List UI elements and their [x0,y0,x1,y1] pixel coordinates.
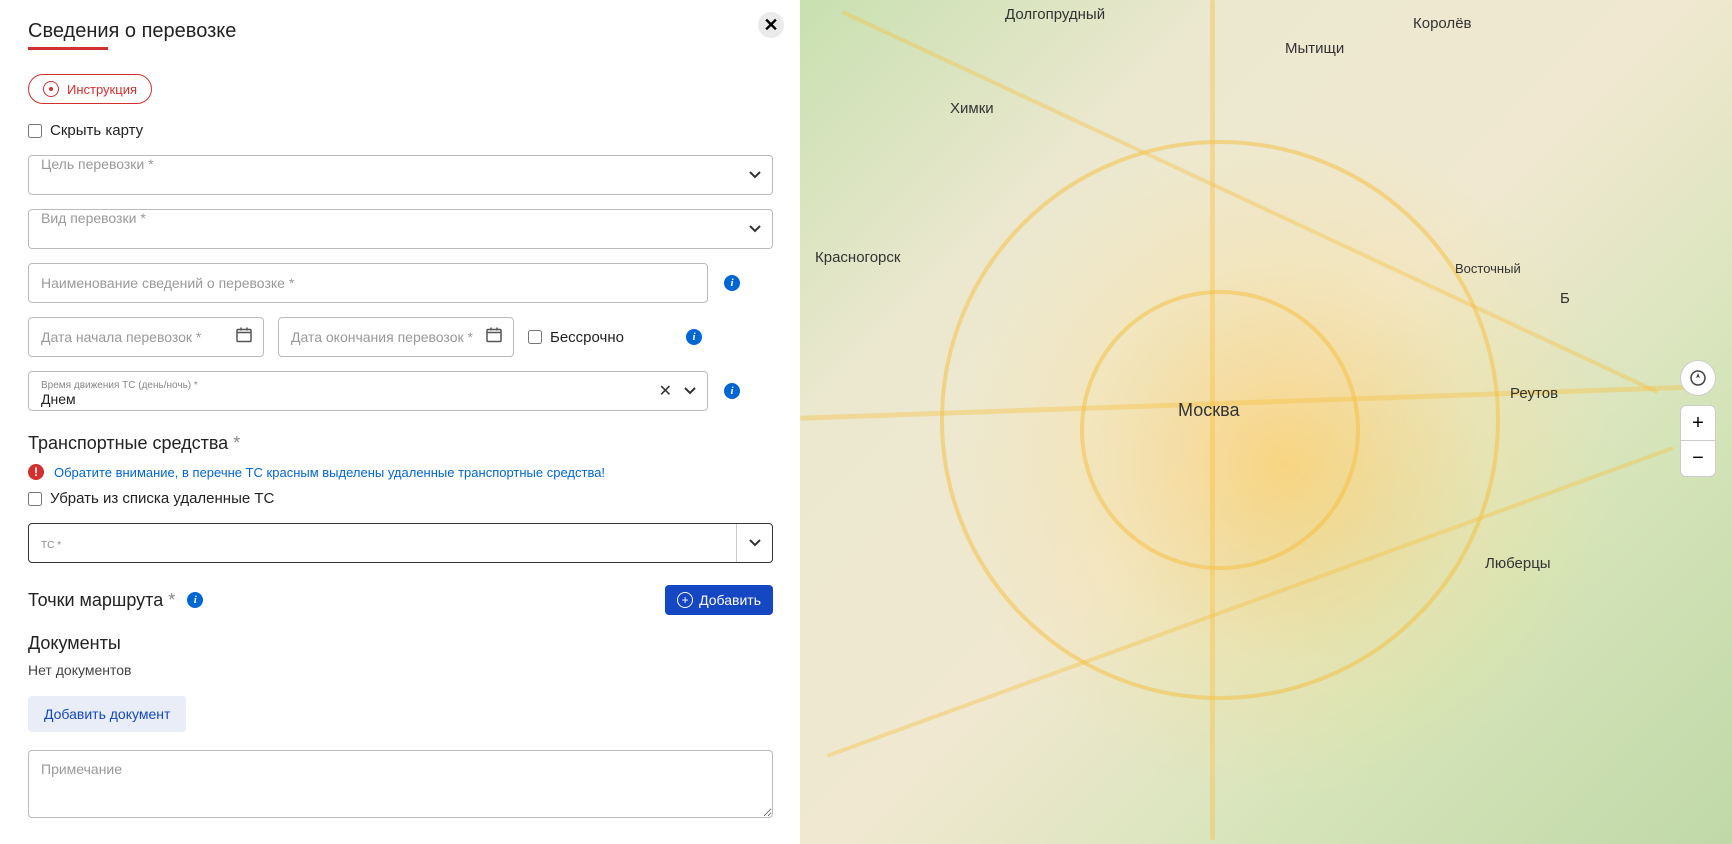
indefinite-label[interactable]: Бессрочно [550,329,624,346]
vehicles-section: Транспортные средства * ! Обратите внима… [28,433,772,563]
map-city-mytishchi: Мытищи [1285,40,1344,57]
map-city-vostochny: Восточный [1455,261,1521,276]
zoom-in-button[interactable]: + [1680,405,1716,441]
map-city-korolev: Королёв [1413,15,1472,32]
name-row: i [28,263,772,303]
map-city-moscow: Москва [1178,400,1239,421]
warning-text: Обратите внимание, в перечне ТС красным … [54,465,605,480]
form-panel: ✕ Сведения о перевозке Инструкция Скрыть… [0,0,800,844]
required-indicator: * [168,590,175,610]
map-city-khimki: Химки [950,100,994,117]
vehicles-warning: ! Обратите внимание, в перечне ТС красны… [28,464,772,480]
date-start-input[interactable] [28,317,264,357]
movement-time-select[interactable]: Время движения ТС (день/ночь) * Днем ✕ [28,371,708,411]
required-indicator: * [233,433,240,453]
clear-icon[interactable]: ✕ [659,381,672,401]
notes-textarea[interactable] [28,750,773,818]
remove-deleted-label[interactable]: Убрать из списка удаленные ТС [50,490,274,507]
ts-select-main: ТС * [29,524,736,562]
route-header: Точки маршрута * i + Добавить [28,585,773,615]
movement-time-value: Днем [41,391,647,407]
date-end-wrap [278,317,514,357]
hide-map-row: Скрыть карту [28,122,772,139]
date-start-wrap [28,317,264,357]
documents-title: Документы [28,633,772,654]
vehicles-title: Транспортные средства * [28,433,772,454]
map-panel[interactable]: Москва Химки Мытищи Королёв Долгопрудный… [800,0,1732,844]
ts-select[interactable]: ТС * [28,523,773,563]
movement-time-label: Время движения ТС (день/ночь) * [41,380,647,391]
close-button[interactable]: ✕ [758,12,784,38]
documents-section: Документы Нет документов Добавить докуме… [28,633,772,732]
location-pin-icon [43,81,59,97]
time-row: Время движения ТС (день/ночь) * Днем ✕ i [28,371,772,433]
add-button-label: Добавить [699,592,761,608]
info-icon[interactable]: i [187,592,203,608]
chevron-down-icon [684,382,696,400]
purpose-select[interactable]: Цель перевозки * [28,155,773,195]
instruction-label: Инструкция [67,82,137,97]
instruction-button[interactable]: Инструкция [28,74,152,104]
hide-map-label[interactable]: Скрыть карту [50,122,143,139]
warning-icon: ! [28,464,44,480]
route-title-wrap: Точки маршрута * i [28,590,203,611]
type-select[interactable]: Вид перевозки * [28,209,773,249]
remove-deleted-row: Убрать из списка удаленные ТС [28,490,772,507]
ts-label: ТС * [41,540,724,551]
title-underline [28,47,108,50]
remove-deleted-checkbox[interactable] [28,492,42,506]
info-icon[interactable]: i [724,275,740,291]
name-input[interactable] [28,263,708,303]
ts-select-box: ТС * [28,523,773,563]
plus-circle-icon: + [677,592,693,608]
dates-row: Бессрочно i [28,317,772,357]
map-city-balashikha: Б [1560,290,1570,307]
date-end-input[interactable] [278,317,514,357]
map-city-reutov: Реутов [1510,385,1558,402]
ts-chevron-button[interactable] [736,524,772,562]
movement-time-box: Время движения ТС (день/ночь) * Днем [28,371,708,411]
map-compass-button[interactable] [1680,360,1716,396]
add-route-point-button[interactable]: + Добавить [665,585,773,615]
purpose-select-box: Цель перевозки * [28,155,773,195]
map-city-dolgoprudny: Долгопрудный [1005,6,1105,23]
map-city-krasnogorsk: Красногорск [815,249,900,266]
calendar-icon[interactable] [236,327,252,348]
calendar-icon[interactable] [486,327,502,348]
page-title: Сведения о перевозке [28,20,772,43]
indefinite-checkbox[interactable] [528,330,542,344]
info-icon[interactable]: i [724,383,740,399]
type-select-box: Вид перевозки * [28,209,773,249]
route-title: Точки маршрута * [28,590,175,611]
zoom-out-button[interactable]: − [1680,441,1716,477]
indefinite-row: Бессрочно [528,329,624,346]
no-documents-text: Нет документов [28,662,772,678]
map-zoom-controls: + − [1680,405,1716,477]
info-icon[interactable]: i [686,329,702,345]
add-document-button[interactable]: Добавить документ [28,696,186,732]
map-surface[interactable]: Москва Химки Мытищи Королёв Долгопрудный… [800,0,1732,844]
hide-map-checkbox[interactable] [28,124,42,138]
map-city-lyubertsy: Люберцы [1485,555,1551,572]
